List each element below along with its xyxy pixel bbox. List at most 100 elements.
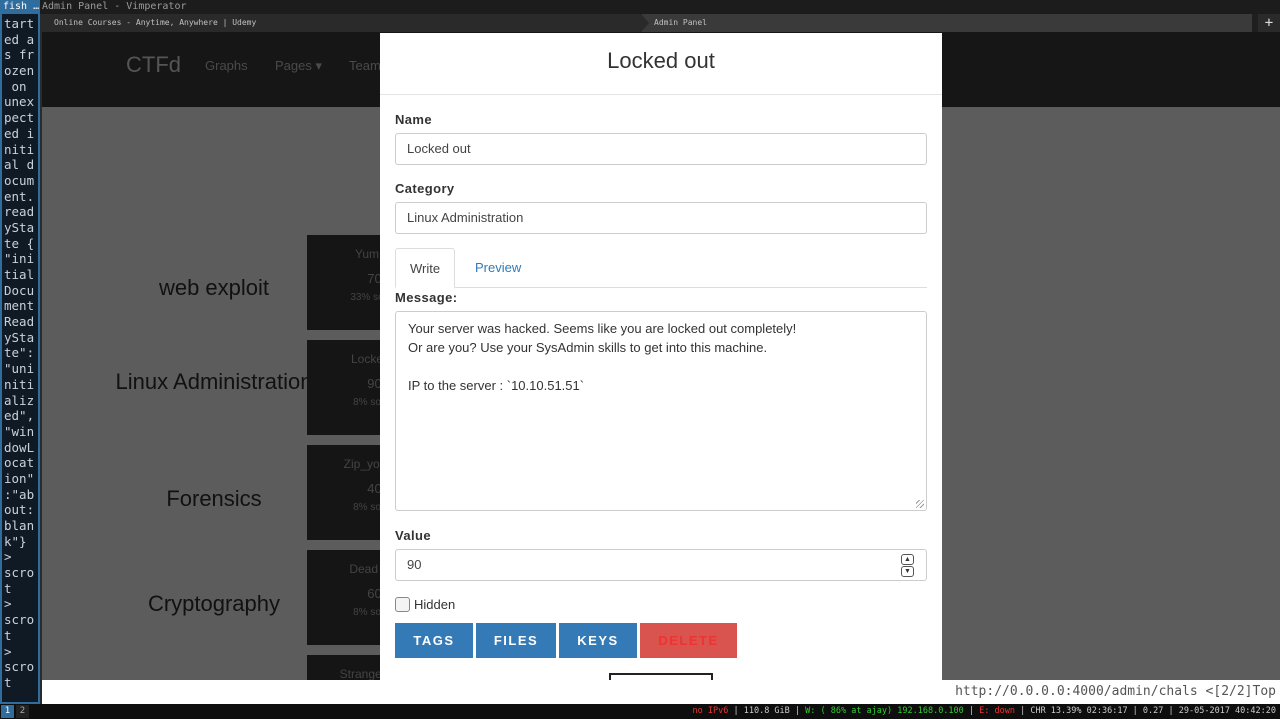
files-button[interactable]: FILES bbox=[476, 623, 556, 658]
terminal-line: :"ab bbox=[4, 486, 35, 502]
value-text: 90 bbox=[407, 557, 422, 572]
tab-write[interactable]: Write bbox=[395, 248, 456, 288]
tab-label: Admin Panel bbox=[654, 18, 707, 27]
terminal-line: ed a bbox=[4, 31, 35, 47]
tab-udemy[interactable]: Online Courses - Anytime, Anywhere | Ude… bbox=[42, 14, 642, 32]
battery-status: CHR 13.39% 02:36:17 bbox=[1030, 706, 1128, 716]
terminal-line: te { bbox=[4, 235, 35, 251]
message-editor-tabs: Write Preview bbox=[395, 248, 927, 288]
disk-status: 110.8 GiB bbox=[743, 706, 790, 716]
value-input[interactable]: 90 ▲ ▼ bbox=[395, 549, 927, 581]
terminal-line: ozen bbox=[4, 63, 35, 79]
message-label: Message: bbox=[395, 290, 458, 305]
workspace-2[interactable]: 2 bbox=[16, 705, 29, 718]
terminal-line: t bbox=[4, 580, 12, 596]
wifi-status: W: ( 86% at ajay) 192.168.0.100 bbox=[805, 706, 964, 716]
new-tab-icon[interactable]: + bbox=[1258, 14, 1280, 32]
category-label: Category bbox=[395, 181, 455, 196]
terminal-line: k"} bbox=[4, 533, 27, 549]
wm-title-bar: fish … Admin Panel - Vimperator bbox=[0, 0, 1280, 14]
terminal-line: ent. bbox=[4, 188, 35, 204]
terminal-line: on bbox=[4, 78, 27, 94]
terminal-line: > bbox=[4, 643, 20, 659]
terminal-line: ion" bbox=[4, 470, 35, 486]
tab-admin-panel[interactable]: Admin Panel bbox=[641, 14, 1252, 32]
terminal-line: ed i bbox=[4, 125, 35, 141]
terminal-line: dowL bbox=[4, 439, 35, 455]
terminal-line: pect bbox=[4, 110, 35, 126]
modal-title: Locked out bbox=[380, 33, 942, 95]
terminal-line: ment bbox=[4, 298, 35, 314]
terminal-line: > bbox=[4, 596, 20, 612]
terminal-line: scro bbox=[4, 612, 35, 628]
terminal-line: "uni bbox=[4, 361, 35, 377]
vimperator-statusline: http://0.0.0.0:4000/admin/chals <[2/2]To… bbox=[42, 680, 1280, 704]
browser-window-title: Admin Panel - Vimperator bbox=[42, 1, 187, 12]
value-label: Value bbox=[395, 528, 431, 543]
terminal-pane[interactable]: tart ed as fr ozen on unex pect ed i niti al do… bbox=[0, 14, 40, 704]
category-input[interactable]: Linux Administration bbox=[395, 202, 927, 234]
tags-button[interactable]: TAGS bbox=[395, 623, 473, 658]
nav-teams[interactable]: Team bbox=[349, 58, 381, 73]
terminal-line: Docu bbox=[4, 282, 35, 298]
browser-window: Online Courses - Anytime, Anywhere | Ude… bbox=[42, 14, 1280, 704]
terminal-line: read bbox=[4, 204, 35, 220]
name-label: Name bbox=[395, 112, 433, 127]
terminal-line: "ini bbox=[4, 251, 35, 267]
status-position: <[2/2]Top bbox=[1205, 684, 1276, 699]
terminal-line: ocum bbox=[4, 172, 35, 188]
tab-label: Online Courses - Anytime, Anywhere | Ude… bbox=[54, 18, 257, 27]
tab-preview[interactable]: Preview bbox=[461, 248, 535, 288]
terminal-line: ocat bbox=[4, 455, 35, 471]
terminal-line: scro bbox=[4, 565, 35, 581]
terminal-line: niti bbox=[4, 376, 35, 392]
message-line: Or are you? Use your SysAdmin skills to … bbox=[408, 340, 768, 355]
message-line bbox=[408, 357, 914, 376]
terminal-line: blan bbox=[4, 518, 35, 533]
terminal-window-title[interactable]: fish … bbox=[0, 0, 40, 14]
keys-button[interactable]: KEYS bbox=[559, 623, 637, 658]
message-textarea[interactable]: Your server was hacked. Seems like you a… bbox=[395, 311, 927, 511]
terminal-line: s fr bbox=[4, 47, 35, 63]
nav-pages[interactable]: Pages ▾ bbox=[275, 58, 322, 74]
tab-bar: Online Courses - Anytime, Anywhere | Ude… bbox=[42, 14, 1280, 32]
terminal-line: tial bbox=[4, 267, 35, 282]
workspace-1[interactable]: 1 bbox=[1, 705, 14, 718]
terminal-line: scro bbox=[4, 659, 35, 675]
status-url: http://0.0.0.0:4000/admin/chals bbox=[955, 684, 1198, 699]
name-input[interactable]: Locked out bbox=[395, 133, 927, 165]
terminal-line: t bbox=[4, 674, 12, 690]
step-down-icon[interactable]: ▼ bbox=[901, 566, 914, 577]
message-line: Your server was hacked. Seems like you a… bbox=[408, 321, 797, 336]
message-line: IP to the server : `10.10.51.51` bbox=[408, 378, 585, 393]
nav-graphs[interactable]: Graphs bbox=[205, 58, 248, 73]
clock: 29-05-2017 40:42:20 bbox=[1178, 706, 1276, 716]
terminal-line: t bbox=[4, 627, 12, 643]
status-url-line: http://0.0.0.0:4000/admin/chals <[2/2]To… bbox=[955, 684, 1276, 699]
site-brand[interactable]: CTFd bbox=[126, 52, 181, 78]
terminal-line: out: bbox=[4, 502, 35, 518]
hidden-label[interactable]: Hidden bbox=[414, 597, 455, 612]
delete-button[interactable]: DELETE bbox=[640, 623, 737, 658]
terminal-line: aliz bbox=[4, 392, 35, 408]
step-up-icon[interactable]: ▲ bbox=[901, 554, 914, 565]
resize-grip-icon[interactable] bbox=[916, 500, 924, 508]
load-status: 0.27 bbox=[1142, 706, 1164, 716]
terminal-line: te": bbox=[4, 345, 35, 361]
ethernet-status: E: down bbox=[979, 706, 1015, 716]
hidden-checkbox[interactable] bbox=[395, 597, 410, 612]
terminal-line: al d bbox=[4, 157, 35, 173]
terminal-line: > bbox=[4, 549, 20, 565]
page-viewport: CTFd Graphs Pages ▾ Team web exploit Lin… bbox=[42, 32, 1280, 680]
i3-status-bar: 1 2 no IPv6 | 110.8 GiB | W: ( 86% at aj… bbox=[0, 704, 1280, 719]
terminal-line: unex bbox=[4, 94, 35, 110]
update-button[interactable] bbox=[609, 673, 713, 680]
value-stepper[interactable]: ▲ ▼ bbox=[901, 554, 914, 578]
terminal-line: ed", bbox=[4, 408, 35, 424]
terminal-line: tart bbox=[4, 16, 35, 31]
terminal-line: Read bbox=[4, 314, 35, 330]
ipv6-status: no IPv6 bbox=[692, 706, 729, 716]
terminal-line: ySta bbox=[4, 329, 35, 345]
terminal-line: niti bbox=[4, 141, 35, 157]
system-status: no IPv6 | 110.8 GiB | W: ( 86% at ajay) … bbox=[692, 706, 1276, 716]
